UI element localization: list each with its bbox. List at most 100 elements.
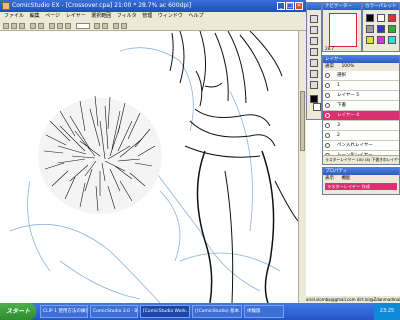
copy-icon[interactable]	[57, 23, 63, 29]
layer-opacity[interactable]: 100%	[341, 64, 354, 69]
menu-selection[interactable]: 選択範囲	[91, 13, 111, 19]
status-bar: ariel.slomba@gmail.com dirt.lol@Zdanmadm…	[306, 296, 400, 303]
redo-icon[interactable]	[38, 23, 44, 29]
color-blue[interactable]	[377, 25, 385, 33]
flip-icon[interactable]	[121, 23, 127, 29]
layer-name: 3	[337, 123, 340, 128]
color-cyan[interactable]	[388, 36, 396, 44]
menu-filter[interactable]: フィルタ	[117, 13, 137, 19]
color-yellow[interactable]	[366, 36, 374, 44]
layer-blend-mode[interactable]: 通常	[325, 64, 334, 69]
properties-panel: プロパティ 表示 機能 ラスターレイヤー 作成	[322, 167, 400, 195]
windows-taskbar: スタート CLIP 1 使用方法の練習 ComicStudio 3.0 - Bu…	[0, 303, 400, 320]
layer-row[interactable]: レイヤー 4	[323, 111, 399, 121]
main-color-swatch[interactable]	[310, 95, 318, 103]
color-palette-title: カラーパレット	[363, 3, 399, 10]
menu-page[interactable]: ページ	[45, 13, 60, 19]
eye-icon[interactable]	[325, 83, 330, 88]
zoom-field[interactable]	[76, 23, 90, 29]
menu-window[interactable]: ウィンドウ	[158, 13, 183, 19]
color-gray[interactable]	[366, 25, 374, 33]
layer-name: 下書	[337, 103, 346, 108]
task-item-3[interactable]: [ComicStudio Work...	[140, 305, 190, 318]
eye-icon[interactable]	[325, 93, 330, 98]
eraser-icon[interactable]	[310, 37, 318, 45]
minimize-button[interactable]: _	[277, 2, 285, 10]
menu-help[interactable]: ヘルプ	[189, 13, 204, 19]
layers-footer: ラスターレイヤー 100 (8) 下書きのレイヤーの	[323, 155, 399, 164]
color-red[interactable]	[388, 14, 396, 22]
task-item-2[interactable]: ComicStudio 3.0 - Bu...	[90, 305, 138, 318]
tool-palette	[306, 2, 322, 120]
properties-title: プロパティ	[323, 168, 399, 175]
layer-row[interactable]: 1	[323, 81, 399, 91]
layer-name: レイヤー 5	[337, 93, 360, 98]
layer-row[interactable]: 選択	[323, 71, 399, 81]
color-black[interactable]	[366, 14, 374, 22]
fill-tool-icon[interactable]	[310, 81, 318, 89]
rotate-icon[interactable]	[113, 23, 119, 29]
task-item-5[interactable]: 体験版	[244, 305, 284, 318]
layer-row[interactable]: レイヤー 5	[323, 91, 399, 101]
zoom-out-icon[interactable]	[102, 23, 108, 29]
paste-icon[interactable]	[65, 23, 71, 29]
navigator-zoom[interactable]: 28.7	[325, 46, 334, 51]
brush-tool-icon[interactable]	[310, 26, 318, 34]
sub-color-swatch[interactable]	[313, 103, 321, 111]
artwork	[9, 31, 299, 303]
close-button[interactable]: ×	[295, 2, 303, 10]
eye-icon[interactable]	[325, 73, 330, 78]
hand-icon[interactable]	[310, 59, 318, 67]
maximize-button[interactable]: □	[286, 2, 294, 10]
layer-row[interactable]: 2	[323, 131, 399, 141]
properties-selected-item[interactable]: ラスターレイヤー 作成	[325, 183, 397, 190]
scrollbar-thumb[interactable]	[300, 91, 305, 151]
layer-row[interactable]: 下書	[323, 101, 399, 111]
menu-file[interactable]: ファイル	[4, 13, 24, 19]
color-magenta[interactable]	[377, 36, 385, 44]
window-titlebar[interactable]: ComicStudio EX - [Crossover.cpa] 21:00 *…	[0, 0, 306, 12]
new-icon[interactable]	[3, 23, 9, 29]
color-white[interactable]	[377, 14, 385, 22]
canvas-vertical-scrollbar[interactable]	[298, 31, 306, 303]
eye-icon[interactable]	[325, 113, 330, 118]
start-button[interactable]: スタート	[0, 303, 36, 320]
properties-tabs: 表示 機能	[323, 175, 399, 182]
color-green[interactable]	[388, 25, 396, 33]
main-toolbar	[0, 21, 306, 31]
layer-name: ペン入れレイヤー	[337, 143, 373, 148]
task-item-4[interactable]: [(ComicStudio) 基本...	[192, 305, 242, 318]
zoom-icon[interactable]	[310, 48, 318, 56]
layer-row[interactable]: ペン入れレイヤー	[323, 141, 399, 151]
tab-display[interactable]: 表示	[325, 176, 334, 181]
navigator-preview[interactable]	[329, 13, 357, 47]
pen-tool-icon[interactable]	[310, 15, 318, 23]
layer-name: 1	[337, 83, 340, 88]
eye-icon[interactable]	[325, 123, 330, 128]
layer-name: レイヤー 4	[337, 113, 360, 118]
eye-icon[interactable]	[325, 133, 330, 138]
open-icon[interactable]	[11, 23, 17, 29]
layers-title: レイヤー	[323, 56, 399, 63]
task-item-1[interactable]: CLIP 1 使用方法の練習	[40, 305, 88, 318]
menu-manage[interactable]: 管理	[142, 13, 152, 19]
layer-list: 選択1レイヤー 5下書レイヤー 432ペン入れレイヤートーン化レイヤーブラシレイ…	[323, 71, 399, 164]
layer-row[interactable]: 3	[323, 121, 399, 131]
tool-palette-header	[307, 3, 321, 10]
menu-edit[interactable]: 編集	[30, 13, 40, 19]
tab-function[interactable]: 機能	[341, 176, 350, 181]
layers-panel: レイヤー 通常 100% 選択 1 レイヤー 5 下書レイヤー 4 3 2 ペン入れレイヤー…	[322, 55, 400, 165]
eye-icon[interactable]	[325, 143, 330, 148]
cut-icon[interactable]	[49, 23, 55, 29]
drawing-canvas[interactable]	[0, 31, 306, 303]
navigator-panel: ナビゲーター 28.7	[322, 2, 362, 52]
system-tray-clock[interactable]: 23:25	[374, 303, 400, 320]
save-icon[interactable]	[19, 23, 25, 29]
undo-icon[interactable]	[30, 23, 36, 29]
color-palette-panel: カラーパレット	[362, 2, 400, 52]
zoom-in-icon[interactable]	[94, 23, 100, 29]
eye-icon[interactable]	[325, 103, 330, 108]
window-title: ComicStudio EX - [Crossover.cpa] 21:00 *…	[12, 2, 192, 9]
menu-layer[interactable]: レイヤー	[66, 13, 86, 19]
select-tool-icon[interactable]	[310, 70, 318, 78]
